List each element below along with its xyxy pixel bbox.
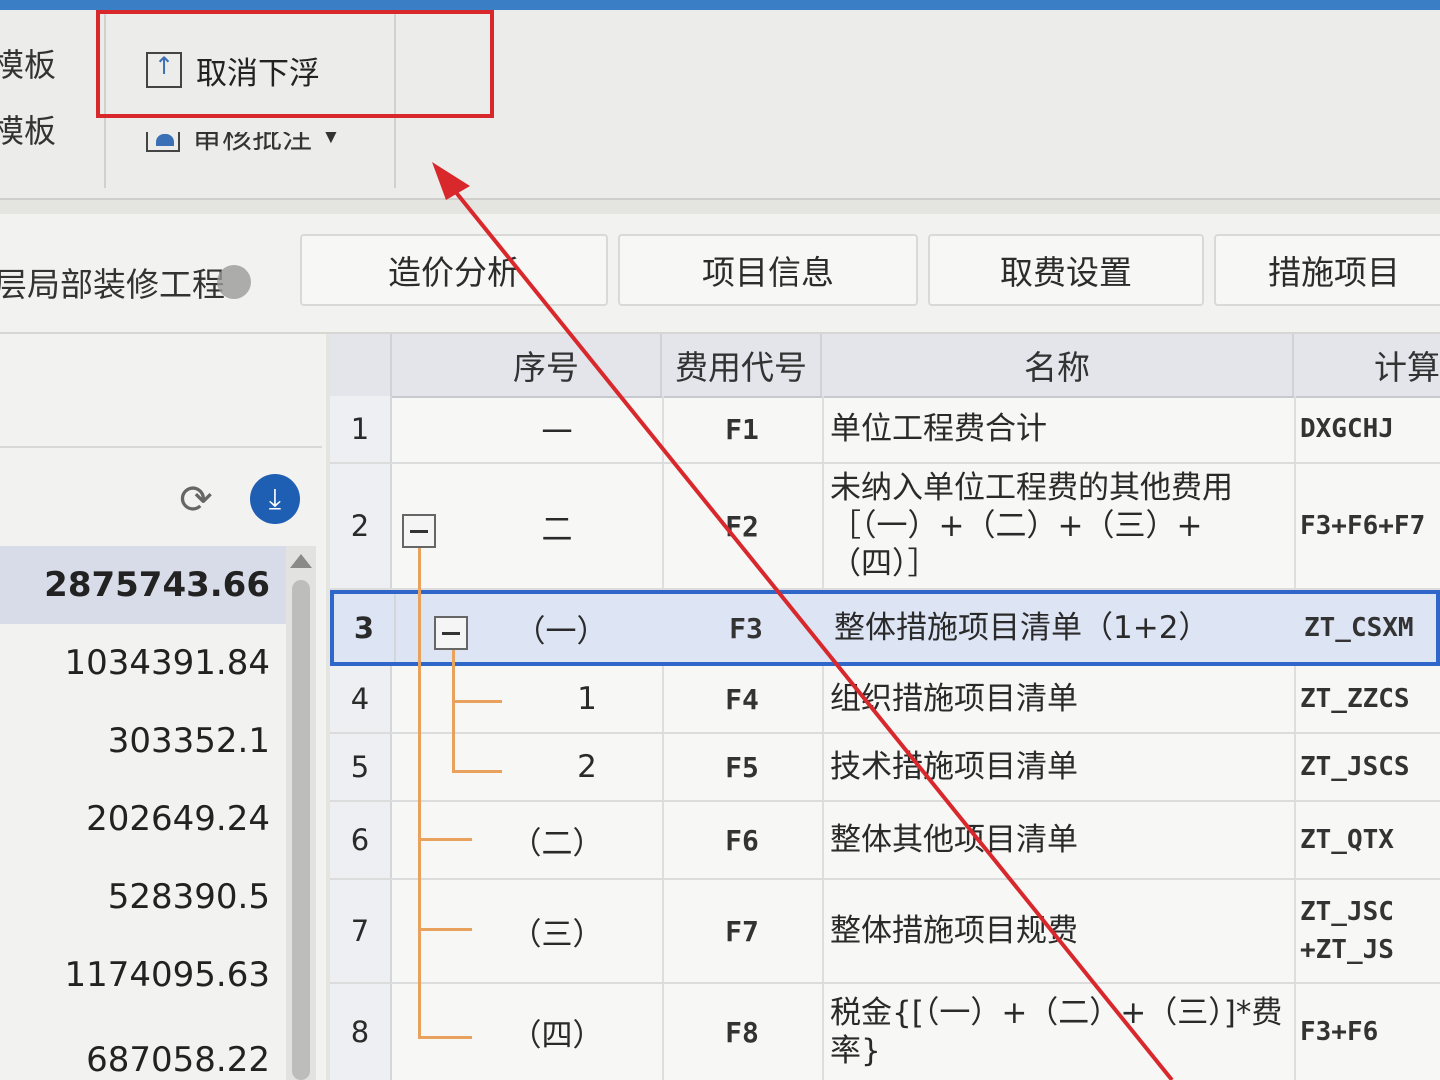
project-tab-label: 层局部装修工程 (0, 265, 225, 304)
tab-cost-analysis[interactable]: 造价分析 (300, 234, 608, 306)
table-row[interactable]: 8 （四） F8 税金{[（一）+（二）+（三）]*费率} F3+F6 (330, 984, 1440, 1080)
scroll-up-icon[interactable] (290, 554, 312, 568)
seq-cell[interactable]: 2 (392, 734, 662, 800)
header-rownum (330, 334, 392, 396)
header-calc[interactable]: 计算 (1294, 334, 1440, 396)
name-cell[interactable]: 税金{[（一）+（二）+（三）]*费率} (822, 984, 1294, 1080)
list-item[interactable]: 1174095.63 (0, 936, 286, 1014)
grid-header: 序号 费用代号 名称 计算 (330, 334, 1440, 398)
close-icon[interactable] (217, 265, 251, 299)
refresh-icon[interactable]: ⟳ (174, 478, 218, 522)
table-row[interactable]: 5 2 F5 技术措施项目清单 ZT_JSCS (330, 734, 1440, 802)
header-name[interactable]: 名称 (822, 334, 1294, 396)
calc-cell[interactable]: F3+F6+F7 (1294, 464, 1440, 588)
list-item[interactable]: 202649.24 (0, 780, 286, 858)
ribbon-left-label-2[interactable]: 模板 (0, 106, 56, 152)
highlight-box (96, 10, 494, 118)
tab-bar: 层局部装修工程 造价分析 项目信息 取费设置 措施项目 (0, 214, 1440, 334)
seq-cell[interactable]: （四） (392, 984, 662, 1080)
header-seq[interactable]: 序号 (392, 334, 662, 396)
calc-cell[interactable]: ZT_JSCS (1294, 734, 1440, 800)
collapse-toggle-icon[interactable] (402, 514, 436, 548)
calc-cell[interactable]: ZT_ZZCS (1294, 666, 1440, 732)
tree-line (452, 770, 502, 773)
panel-divider (0, 446, 322, 448)
project-tab[interactable]: 层局部装修工程 (0, 258, 251, 306)
seq-cell[interactable]: （三） (392, 880, 662, 982)
tree-line (418, 838, 472, 841)
calc-cell[interactable]: F3+F6 (1294, 984, 1440, 1080)
name-cell[interactable]: 组织措施项目清单 (822, 666, 1294, 732)
code-cell[interactable]: F1 (662, 396, 822, 462)
download-icon[interactable]: ⤓ (250, 474, 300, 524)
chevron-down-icon: ▼ (324, 124, 338, 146)
row-number: 2 (330, 464, 392, 588)
list-item[interactable]: 2875743.66 (0, 546, 286, 624)
name-cell[interactable]: 技术措施项目清单 (822, 734, 1294, 800)
name-cell[interactable]: 整体措施项目规费 (822, 880, 1294, 982)
list-item[interactable]: 528390.5 (0, 858, 286, 936)
row-number: 5 (330, 734, 392, 800)
calc-cell[interactable]: ZT_CSXM (1298, 594, 1440, 662)
window-top-strip (0, 0, 1440, 10)
tree-line (418, 928, 472, 931)
review-annotation-button[interactable]: 审核批注 ▼ (146, 121, 338, 156)
code-cell[interactable]: F8 (662, 984, 822, 1080)
function-tabs: 造价分析 项目信息 取费设置 措施项目 (300, 234, 1440, 306)
name-cell[interactable]: 单位工程费合计 (822, 396, 1294, 462)
tree-line (418, 1036, 472, 1039)
row-number: 8 (330, 984, 392, 1080)
name-cell[interactable]: 整体措施项目清单（1+2） (826, 594, 1298, 662)
name-cell[interactable]: 整体其他项目清单 (822, 802, 1294, 878)
tree-line (452, 646, 455, 772)
table-row-selected[interactable]: 3 （一） F3 整体措施项目清单（1+2） ZT_CSXM (330, 590, 1440, 666)
tab-project-info[interactable]: 项目信息 (618, 234, 918, 306)
code-cell[interactable]: F6 (662, 802, 822, 878)
list-item[interactable]: 303352.1 (0, 702, 286, 780)
table-row[interactable]: 7 （三） F7 整体措施项目规费 ZT_JSC +ZT_JS (330, 880, 1440, 984)
list-item[interactable]: 1034391.84 (0, 624, 286, 702)
row-number: 1 (330, 396, 392, 462)
code-cell[interactable]: F7 (662, 880, 822, 982)
calc-cell[interactable]: ZT_QTX (1294, 802, 1440, 878)
header-code[interactable]: 费用代号 (662, 334, 822, 396)
value-list: 2875743.66 1034391.84 303352.1 202649.24… (0, 546, 286, 1080)
calc-cell[interactable]: ZT_JSC +ZT_JS (1294, 880, 1440, 982)
code-cell[interactable]: F4 (662, 666, 822, 732)
tab-measure-items[interactable]: 措施项目 (1214, 234, 1440, 306)
reviewer-icon (146, 132, 180, 152)
tab-fee-settings[interactable]: 取费设置 (928, 234, 1204, 306)
seq-cell[interactable]: 一 (392, 396, 662, 462)
calc-cell[interactable]: DXGCHJ (1294, 396, 1440, 462)
table-row[interactable]: 1 一 F1 单位工程费合计 DXGCHJ (330, 396, 1440, 464)
collapse-toggle-icon[interactable] (434, 616, 468, 650)
table-row[interactable]: 6 （二） F6 整体其他项目清单 ZT_QTX (330, 802, 1440, 880)
tree-line (452, 700, 502, 703)
list-item[interactable]: 687058.22 (0, 1014, 286, 1080)
seq-cell[interactable]: 1 (392, 666, 662, 732)
row-number: 4 (330, 666, 392, 732)
row-number: 7 (330, 880, 392, 982)
scroll-thumb[interactable] (292, 580, 310, 1080)
ribbon-left-label-1[interactable]: 模板 (0, 40, 56, 86)
review-annotation-label: 审核批注 (192, 121, 312, 156)
code-cell[interactable]: F2 (662, 464, 822, 588)
row-number: 3 (334, 594, 396, 662)
table-row[interactable]: 2 二 F2 未纳入单位工程费的其他费用［（一）+（二）+（三）+（四）］ F3… (330, 464, 1440, 590)
tree-line (418, 548, 421, 1038)
code-cell[interactable]: F3 (666, 594, 826, 662)
left-summary-panel: ⟳ ⤓ 2875743.66 1034391.84 303352.1 20264… (0, 334, 326, 1080)
code-cell[interactable]: F5 (662, 734, 822, 800)
name-cell[interactable]: 未纳入单位工程费的其他费用［（一）+（二）+（三）+（四）］ (822, 464, 1294, 588)
row-number: 6 (330, 802, 392, 878)
fee-summary-grid: 序号 费用代号 名称 计算 1 一 F1 单位工程费合计 DXGCHJ 2 二 … (330, 334, 1440, 1080)
vertical-scrollbar[interactable] (286, 546, 316, 1080)
